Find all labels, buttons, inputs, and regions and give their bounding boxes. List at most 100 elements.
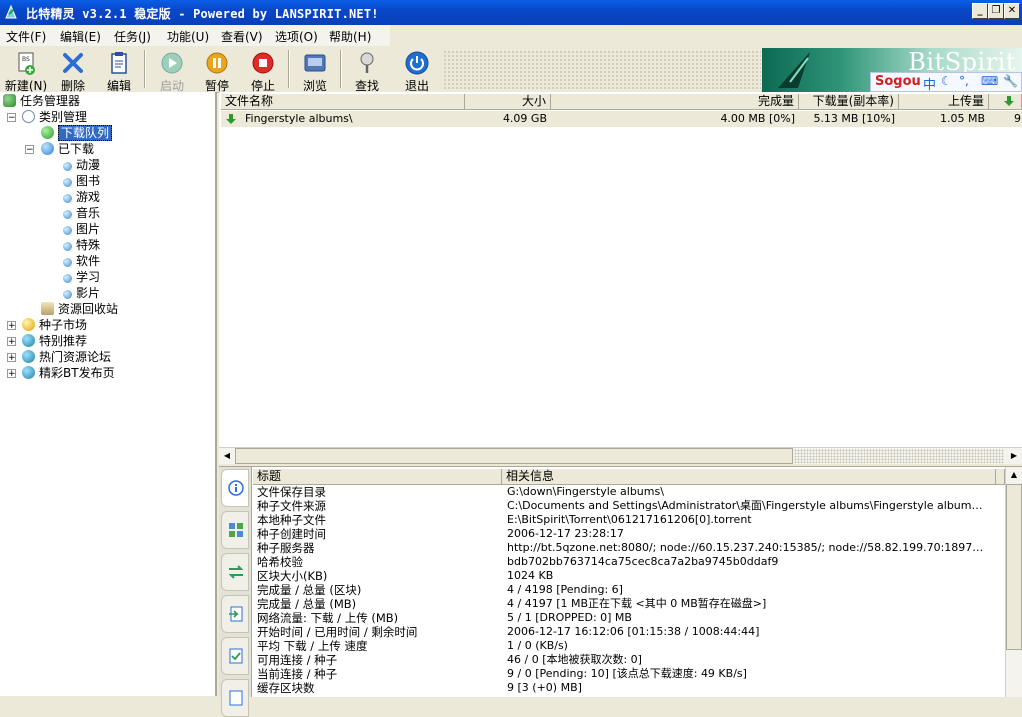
collapse-category-toggle[interactable]: − (7, 113, 16, 123)
down-arrow-icon (1004, 96, 1014, 106)
find-button[interactable]: 查找 (344, 48, 390, 93)
expand-forum-toggle[interactable]: + (7, 353, 16, 363)
tree-item-child[interactable]: 特殊 (61, 237, 100, 253)
scroll-left-icon[interactable]: ◀ (219, 448, 235, 464)
tree-item-download-queue[interactable]: 下载队列 (41, 125, 113, 141)
tree-item-child[interactable]: 影片 (61, 285, 100, 301)
restore-button[interactable]: ❐ (988, 3, 1004, 19)
tab-log[interactable] (221, 679, 249, 717)
tree-item-market[interactable]: 种子市场 (22, 317, 87, 333)
punctuation-icon[interactable]: °, (959, 74, 969, 88)
category-icon (22, 110, 35, 123)
menu-file[interactable]: 文件(F) (6, 28, 46, 45)
globe-icon (22, 334, 35, 347)
sogou-logo: Sogou (875, 74, 921, 89)
tree-item-forum[interactable]: 热门资源论坛 (22, 349, 111, 365)
menu-function[interactable]: 功能(U) (167, 28, 209, 45)
info-row-title: 本地种子文件 (257, 513, 326, 527)
tree-item-child[interactable]: 软件 (61, 253, 100, 269)
ime-mode-chinese[interactable]: 中 (923, 74, 936, 93)
log-icon (229, 690, 243, 706)
tree-item-bt-page[interactable]: 精彩BT发布页 (22, 365, 115, 381)
column-header-downloaded[interactable]: 下载量(副本率) (799, 94, 899, 110)
info-row-value: bdb702bb763714ca75cec8ca7a2ba9745b0ddaf9 (507, 555, 779, 568)
tab-info[interactable] (221, 469, 249, 507)
info-row-value: 4 / 4198 [Pending: 6] (507, 583, 623, 596)
tree-item-child[interactable]: 音乐 (61, 205, 100, 221)
toolbar-separator (144, 50, 146, 88)
scroll-thumb[interactable] (1006, 484, 1022, 650)
column-header-uploaded[interactable]: 上传量 (899, 94, 989, 110)
info-column-title[interactable]: 标题 (253, 469, 502, 485)
tab-files[interactable] (221, 595, 249, 633)
expand-market-toggle[interactable]: + (7, 321, 16, 331)
tree-item-child[interactable]: 图书 (61, 173, 100, 189)
play-icon (161, 52, 183, 74)
folder-dot-icon (63, 210, 72, 219)
scroll-track[interactable] (794, 449, 1004, 463)
menu-options[interactable]: 选项(O) (275, 28, 318, 45)
column-header-name[interactable]: 文件名称 (221, 94, 465, 110)
menu-view[interactable]: 查看(V) (221, 28, 263, 45)
info-row-title: 缓存区块数 (257, 681, 315, 695)
expand-recommend-toggle[interactable]: + (7, 337, 16, 347)
scroll-right-icon[interactable]: ▶ (1006, 448, 1022, 464)
moon-icon[interactable]: ☾ (941, 74, 952, 88)
find-icon (360, 52, 374, 73)
checklist-icon (229, 648, 243, 664)
wrench-icon[interactable]: 🔧 (1003, 74, 1018, 88)
pause-icon (206, 52, 228, 74)
tree-item-recommend[interactable]: 特别推荐 (22, 333, 87, 349)
pause-button[interactable]: 暂停 (194, 48, 240, 93)
column-header-size[interactable]: 大小 (465, 94, 551, 110)
menu-help[interactable]: 帮助(H) (329, 28, 371, 45)
scroll-up-icon[interactable]: ▲ (1006, 467, 1022, 483)
tree-child-label: 影片 (76, 286, 101, 300)
folder-dot-icon (63, 242, 72, 251)
column-header-status[interactable] (989, 94, 1022, 110)
info-column-value[interactable]: 相关信息 (502, 469, 996, 485)
minimize-button[interactable]: _ (972, 3, 988, 19)
tree-item-child[interactable]: 图片 (61, 221, 100, 237)
tree-item-recycle[interactable]: 资源回收站 (41, 301, 118, 317)
tab-pieces[interactable] (221, 511, 249, 549)
info-vertical-scrollbar[interactable]: ▲ (1005, 467, 1022, 697)
new-button[interactable]: BS 新建(N) (3, 48, 49, 93)
tab-checklist[interactable] (221, 637, 249, 675)
browse-button[interactable]: 浏览 (292, 48, 338, 93)
expand-bt-page-toggle[interactable]: + (7, 369, 16, 379)
menu-task[interactable]: 任务(J) (114, 28, 151, 45)
info-row-value: 46 / 0 [本地被获取次数: 0] (507, 653, 642, 666)
downloaded-icon (41, 142, 54, 155)
info-row-value: 9 [3 (+0) MB] (507, 681, 582, 694)
tree-item-category[interactable]: 类别管理 (22, 109, 87, 125)
stop-icon (252, 52, 274, 74)
collapse-downloaded-toggle[interactable]: − (25, 145, 34, 155)
list-horizontal-scrollbar[interactable]: ◀ ▶ (219, 447, 1022, 464)
scroll-thumb[interactable] (235, 448, 793, 464)
tree-root-label: 任务管理器 (20, 94, 81, 108)
keyboard-icon[interactable]: ⌨ (981, 74, 998, 88)
info-row-value: E:\BitSpirit\Torrent\061217161206[0].tor… (507, 513, 752, 526)
tab-connections[interactable] (221, 553, 249, 591)
close-button[interactable]: ✕ (1004, 3, 1020, 19)
menu-edit[interactable]: 编辑(E) (60, 28, 101, 45)
tree-item-child[interactable]: 动漫 (61, 157, 100, 173)
tree-root[interactable]: 任务管理器 (3, 93, 80, 109)
stop-button[interactable]: 停止 (240, 48, 286, 93)
tree-item-child[interactable]: 学习 (61, 269, 100, 285)
tree-item-downloaded[interactable]: 已下载 (41, 141, 94, 157)
folder-dot-icon (63, 258, 72, 267)
task-row[interactable]: Fingerstyle albums\ 4.09 GB 4.00 MB [0%]… (221, 111, 1022, 127)
delete-button[interactable]: 删除 (50, 48, 96, 93)
info-row-value: 1024 KB (507, 569, 554, 582)
info-row-title: 可用连接 / 种子 (257, 653, 338, 667)
start-button[interactable]: 启动 (149, 48, 195, 93)
window-title: 比特精灵 v3.2.1 稳定版 - Powered by LANSPIRIT.N… (26, 7, 379, 21)
browse-icon (304, 54, 326, 72)
column-header-done[interactable]: 完成量 (551, 94, 799, 110)
sogou-ime-bar[interactable]: Sogou 中 ☾ °, ⌨ 🔧 (870, 72, 1022, 93)
edit-button[interactable]: 编辑 (96, 48, 142, 93)
exit-button[interactable]: 退出 (394, 48, 440, 93)
tree-item-child[interactable]: 游戏 (61, 189, 100, 205)
